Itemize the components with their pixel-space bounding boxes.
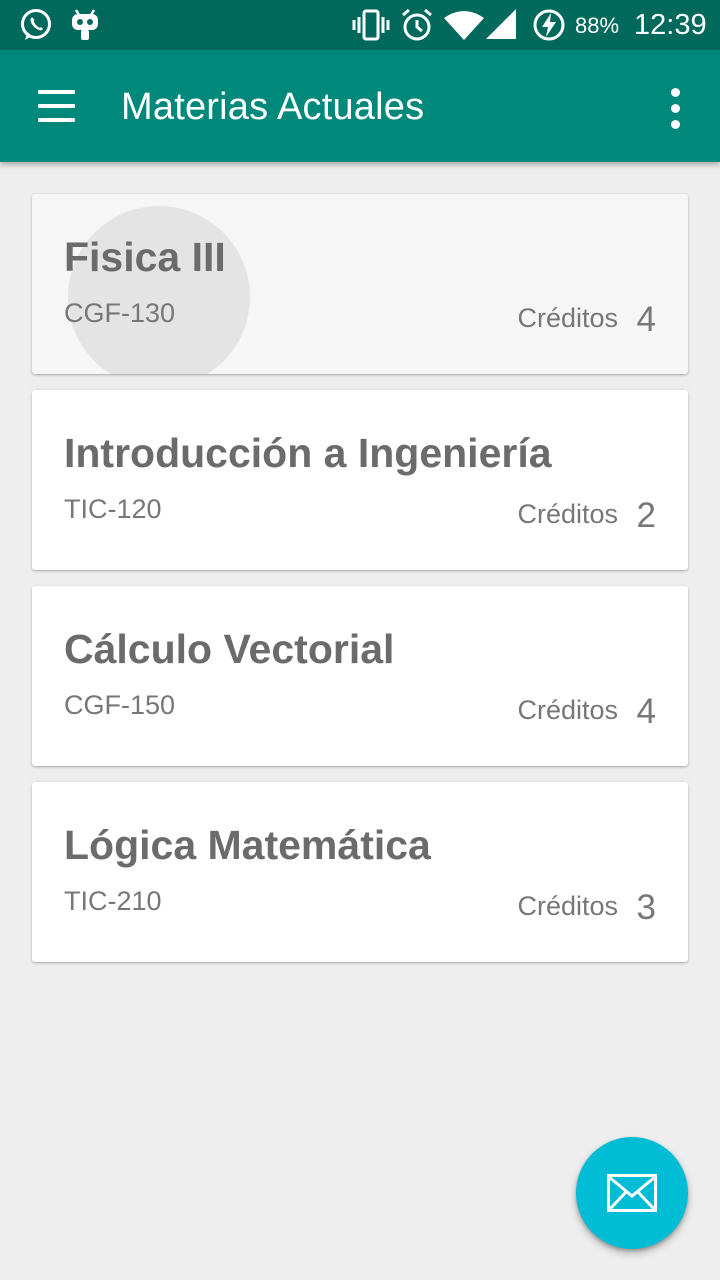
more-vert-icon[interactable] — [650, 80, 700, 136]
clock-time: 12:39 — [634, 9, 707, 41]
credits-value: 4 — [636, 300, 656, 339]
course-code: CGF-130 — [64, 298, 176, 328]
android-debug-icon — [72, 9, 98, 40]
email-icon — [607, 1174, 657, 1212]
course-card[interactable]: Cálculo Vectorial CGF-150 Créditos 4 — [32, 586, 688, 766]
battery-charging-icon — [533, 9, 565, 41]
battery-percent: 88% — [575, 13, 620, 38]
vibrate-icon — [352, 9, 390, 41]
course-code: TIC-210 — [64, 886, 162, 916]
hamburger-menu-icon[interactable] — [24, 78, 88, 134]
credits-value: 3 — [636, 888, 656, 927]
course-card[interactable]: Introducción a Ingeniería TIC-120 Crédit… — [32, 390, 688, 570]
course-name: Fisica III — [64, 234, 226, 280]
course-name: Cálculo Vectorial — [64, 626, 395, 672]
credits-label: Créditos — [517, 499, 618, 529]
compose-email-button[interactable] — [576, 1137, 688, 1249]
course-code: CGF-150 — [64, 690, 176, 720]
credits-label: Créditos — [517, 303, 618, 333]
signal-icon — [486, 9, 516, 39]
course-name: Lógica Matemática — [64, 822, 431, 868]
alarm-icon — [402, 8, 432, 41]
credits-value: 4 — [636, 692, 656, 731]
page-title: Materias Actuales — [121, 86, 425, 128]
credits-value: 2 — [636, 496, 656, 535]
credits-label: Créditos — [517, 695, 618, 725]
status-bar: 88% 12:39 — [0, 0, 720, 50]
app-bar: Materias Actuales — [0, 50, 720, 162]
course-name: Introducción a Ingeniería — [64, 430, 552, 476]
touch-ripple — [68, 206, 250, 374]
wifi-icon — [444, 11, 484, 40]
course-card[interactable]: Fisica III CGF-130 Créditos 4 — [32, 194, 688, 374]
course-card[interactable]: Lógica Matemática TIC-210 Créditos 3 — [32, 782, 688, 962]
credits-label: Créditos — [517, 891, 618, 921]
whatsapp-icon — [21, 9, 51, 40]
course-code: TIC-120 — [64, 494, 162, 524]
